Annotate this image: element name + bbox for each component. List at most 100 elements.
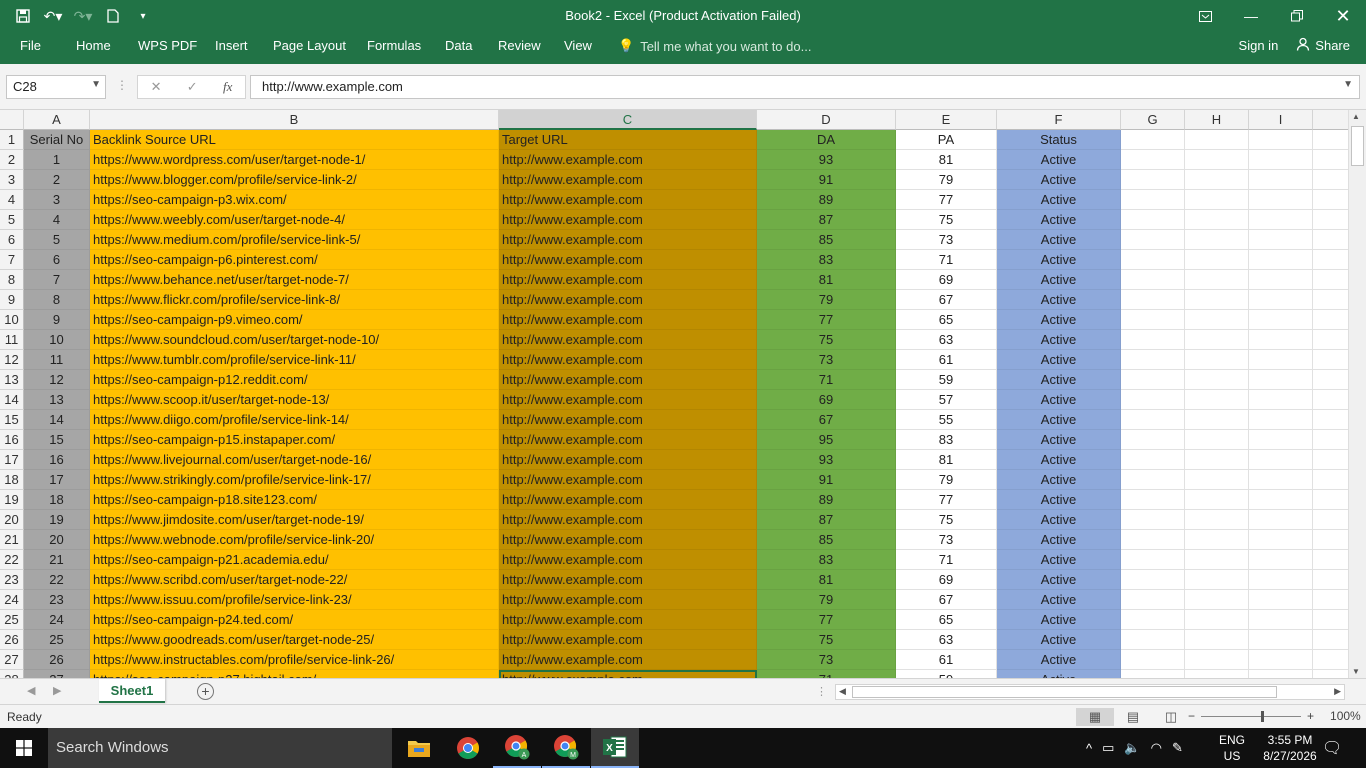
table-cell[interactable]: [1121, 650, 1185, 670]
table-cell[interactable]: [1121, 670, 1185, 678]
table-cell[interactable]: [1185, 670, 1249, 678]
table-cell[interactable]: [1121, 310, 1185, 330]
chrome-icon[interactable]: [444, 728, 492, 768]
chrome-profile-m-icon[interactable]: M: [542, 728, 590, 768]
table-cell[interactable]: 20: [24, 530, 90, 550]
row-header[interactable]: 16: [0, 430, 24, 450]
table-cell[interactable]: http://www.example.com: [499, 550, 757, 570]
row-header[interactable]: 1: [0, 130, 24, 150]
table-cell[interactable]: Active: [997, 470, 1121, 490]
table-cell[interactable]: https://seo-campaign-p24.ted.com/: [90, 610, 499, 630]
table-cell[interactable]: [1249, 490, 1313, 510]
table-cell[interactable]: Active: [997, 430, 1121, 450]
table-cell[interactable]: https://www.medium.com/profile/service-l…: [90, 230, 499, 250]
table-cell[interactable]: 6: [24, 250, 90, 270]
table-cell[interactable]: 79: [757, 590, 896, 610]
table-cell[interactable]: [1249, 190, 1313, 210]
table-cell[interactable]: [1185, 390, 1249, 410]
save-icon[interactable]: [10, 6, 36, 26]
table-cell[interactable]: [1249, 650, 1313, 670]
zoom-level[interactable]: 100%: [1330, 709, 1361, 723]
table-cell[interactable]: https://www.scribd.com/user/target-node-…: [90, 570, 499, 590]
table-cell[interactable]: [1121, 210, 1185, 230]
table-cell[interactable]: [1249, 390, 1313, 410]
table-cell[interactable]: 19: [24, 510, 90, 530]
table-cell[interactable]: 1: [24, 150, 90, 170]
zoom-out-icon[interactable]: −: [1188, 709, 1195, 723]
table-cell[interactable]: https://www.behance.net/user/target-node…: [90, 270, 499, 290]
table-cell[interactable]: 59: [896, 370, 997, 390]
file-explorer-icon[interactable]: [395, 728, 443, 768]
table-cell[interactable]: [1313, 310, 1348, 330]
table-cell[interactable]: [1313, 150, 1348, 170]
table-cell[interactable]: 63: [896, 330, 997, 350]
table-cell[interactable]: https://www.instructables.com/profile/se…: [90, 650, 499, 670]
battery-icon[interactable]: ▭: [1102, 740, 1114, 756]
table-cell[interactable]: 55: [896, 410, 997, 430]
normal-view-icon[interactable]: ▦: [1076, 708, 1114, 726]
table-cell[interactable]: [1249, 590, 1313, 610]
table-cell[interactable]: 81: [896, 450, 997, 470]
table-cell[interactable]: 73: [757, 350, 896, 370]
table-cell[interactable]: 73: [896, 230, 997, 250]
table-cell[interactable]: https://seo-campaign-p3.wix.com/: [90, 190, 499, 210]
expand-formula-icon[interactable]: ▼: [1343, 79, 1353, 90]
table-cell[interactable]: [1313, 130, 1348, 150]
table-cell[interactable]: https://seo-campaign-p6.pinterest.com/: [90, 250, 499, 270]
table-cell[interactable]: [1121, 470, 1185, 490]
table-cell[interactable]: [1121, 190, 1185, 210]
table-cell[interactable]: [1313, 670, 1348, 678]
table-cell[interactable]: [1313, 290, 1348, 310]
table-cell[interactable]: [1313, 590, 1348, 610]
name-box[interactable]: C28 ▼: [6, 75, 106, 99]
table-cell[interactable]: 75: [757, 330, 896, 350]
table-cell[interactable]: 67: [896, 590, 997, 610]
table-cell[interactable]: [1249, 130, 1313, 150]
scroll-up-icon[interactable]: ▲: [1352, 112, 1360, 121]
table-cell[interactable]: 85: [757, 230, 896, 250]
table-cell[interactable]: http://www.example.com: [499, 510, 757, 530]
table-cell[interactable]: http://www.example.com: [499, 250, 757, 270]
table-cell[interactable]: 87: [757, 210, 896, 230]
table-cell[interactable]: [1121, 410, 1185, 430]
row-header[interactable]: 24: [0, 590, 24, 610]
table-cell[interactable]: 73: [896, 530, 997, 550]
table-cell[interactable]: [1121, 510, 1185, 530]
tab-insert[interactable]: Insert: [215, 38, 248, 53]
row-header[interactable]: 9: [0, 290, 24, 310]
table-cell[interactable]: [1185, 170, 1249, 190]
table-cell[interactable]: https://seo-campaign-p9.vimeo.com/: [90, 310, 499, 330]
tab-file[interactable]: File: [20, 38, 41, 53]
column-header[interactable]: B: [90, 110, 499, 130]
table-cell[interactable]: https://seo-campaign-p18.site123.com/: [90, 490, 499, 510]
column-header[interactable]: G: [1121, 110, 1185, 130]
table-cell[interactable]: 27: [24, 670, 90, 678]
table-cell[interactable]: http://www.example.com: [499, 530, 757, 550]
row-header[interactable]: 4: [0, 190, 24, 210]
table-cell[interactable]: Active: [997, 290, 1121, 310]
table-cell[interactable]: http://www.example.com: [499, 150, 757, 170]
table-cell[interactable]: 85: [757, 530, 896, 550]
table-cell[interactable]: [1185, 490, 1249, 510]
table-cell[interactable]: [1313, 630, 1348, 650]
table-cell[interactable]: http://www.example.com: [499, 290, 757, 310]
table-cell[interactable]: 3: [24, 190, 90, 210]
windows-start-icon[interactable]: [0, 728, 48, 768]
table-cell[interactable]: [1185, 470, 1249, 490]
table-cell[interactable]: 65: [896, 310, 997, 330]
header-cell[interactable]: Status: [997, 130, 1121, 150]
header-cell[interactable]: DA: [757, 130, 896, 150]
table-cell[interactable]: https://www.strikingly.com/profile/servi…: [90, 470, 499, 490]
table-cell[interactable]: https://www.tumblr.com/profile/service-l…: [90, 350, 499, 370]
table-cell[interactable]: 77: [896, 490, 997, 510]
row-header[interactable]: 2: [0, 150, 24, 170]
more-options-icon[interactable]: ⋮: [116, 78, 128, 92]
table-cell[interactable]: [1121, 250, 1185, 270]
table-cell[interactable]: Active: [997, 650, 1121, 670]
table-cell[interactable]: http://www.example.com: [499, 650, 757, 670]
table-cell[interactable]: 75: [757, 630, 896, 650]
table-cell[interactable]: [1249, 230, 1313, 250]
table-cell[interactable]: http://www.example.com: [499, 390, 757, 410]
tab-split-handle-icon[interactable]: ⋮: [816, 685, 827, 698]
column-header[interactable]: E: [896, 110, 997, 130]
